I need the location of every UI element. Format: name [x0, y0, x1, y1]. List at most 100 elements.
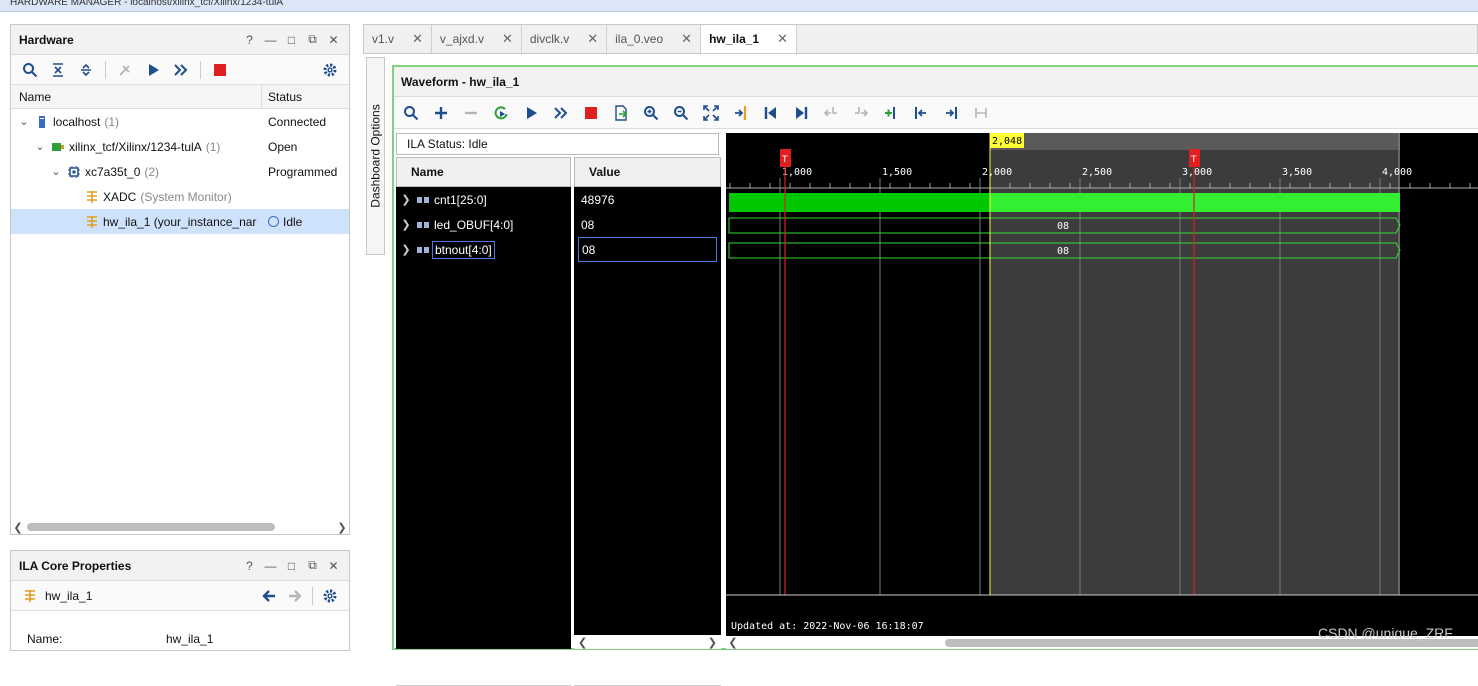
- hardware-tree-header: Name Status: [11, 85, 349, 109]
- next-transition-icon[interactable]: [850, 102, 872, 124]
- maximize-icon[interactable]: □: [284, 32, 299, 47]
- tree-row-xadc[interactable]: XADC (System Monitor): [11, 184, 349, 209]
- scroll-left-icon[interactable]: ❮: [578, 636, 587, 649]
- gear-icon[interactable]: [319, 585, 341, 607]
- column-status[interactable]: Status: [262, 85, 349, 108]
- chevron-right-icon[interactable]: ❯: [396, 218, 416, 231]
- collapse-all-icon[interactable]: [47, 59, 69, 81]
- stop-icon[interactable]: [209, 59, 231, 81]
- signal-value-led-obuf: 08: [581, 217, 595, 232]
- signal-value-btnout[interactable]: 08: [578, 237, 717, 262]
- minimize-icon[interactable]: —: [263, 32, 278, 47]
- idle-status-icon: [268, 216, 279, 227]
- ila-status: ILA Status: Idle: [396, 133, 719, 155]
- waveform-toolbar: [394, 97, 1478, 129]
- dashboard-options-tab[interactable]: Dashboard Options: [366, 57, 385, 255]
- ila-properties-header: ILA Core Properties ? — □ ⧉ ✕: [11, 551, 349, 581]
- search-icon[interactable]: [400, 102, 422, 124]
- previous-transition-icon[interactable]: [820, 102, 842, 124]
- column-name[interactable]: Name: [11, 85, 262, 108]
- ila-properties-panel: ILA Core Properties ? — □ ⧉ ✕ hw_ila_1 N…: [10, 550, 350, 651]
- go-to-end-icon[interactable]: [790, 102, 812, 124]
- export-icon[interactable]: [610, 102, 632, 124]
- value-column-header[interactable]: Value: [574, 157, 721, 187]
- ila-properties-title: ILA Core Properties: [19, 558, 132, 573]
- gear-icon[interactable]: [319, 59, 341, 81]
- auto-retrigger-icon[interactable]: [490, 102, 512, 124]
- values-hscroll[interactable]: ❮ ❯: [574, 635, 721, 649]
- hardware-panel-header: Hardware ? — □ ⧉ ✕: [11, 25, 349, 55]
- marker-flag-1-label: T: [781, 155, 788, 165]
- close-icon[interactable]: ✕: [587, 31, 598, 47]
- run-trigger-icon[interactable]: [520, 102, 542, 124]
- add-icon[interactable]: [430, 102, 452, 124]
- scroll-right-icon[interactable]: ❯: [708, 636, 717, 649]
- scroll-left-icon[interactable]: ❮: [726, 636, 740, 649]
- close-icon[interactable]: ✕: [681, 31, 692, 47]
- scroll-left-icon[interactable]: ❮: [11, 521, 25, 534]
- tree-row-device[interactable]: ⌄ xc7a35t_0 (2) Programmed: [11, 159, 349, 184]
- signal-value-cnt1: 48976: [581, 192, 615, 207]
- close-icon[interactable]: ✕: [326, 558, 341, 573]
- tree-row-hw-ila[interactable]: hw_ila_1 (your_instance_nar Idle: [11, 209, 349, 234]
- minimize-icon[interactable]: —: [263, 558, 278, 573]
- float-icon[interactable]: ⧉: [305, 558, 320, 573]
- debug-core-icon: [23, 589, 37, 603]
- wave-cnt1-pre: [729, 193, 990, 212]
- signal-row-cnt1[interactable]: ❯ cnt1[25:0]: [396, 187, 571, 212]
- waveform-panel: Waveform - hw_ila_1 ILA Status: Idle Nam…: [392, 65, 1478, 686]
- close-icon[interactable]: ✕: [502, 31, 513, 47]
- signal-row-btnout[interactable]: ❯ btnout[4:0]: [396, 237, 571, 262]
- tab-ila-veo[interactable]: ila_0.veo ✕: [607, 25, 702, 53]
- forward-arrow-icon[interactable]: [284, 585, 306, 607]
- chevron-down-icon[interactable]: ⌄: [17, 115, 31, 128]
- close-icon[interactable]: ✕: [412, 31, 423, 47]
- maximize-icon[interactable]: □: [284, 558, 299, 573]
- float-icon[interactable]: ⧉: [305, 32, 320, 47]
- tab-hw-ila[interactable]: hw_ila_1 ✕: [701, 25, 797, 53]
- zoom-in-icon[interactable]: [640, 102, 662, 124]
- run-immediate-icon[interactable]: [550, 102, 572, 124]
- back-arrow-icon[interactable]: [258, 585, 280, 607]
- chevron-right-icon[interactable]: ❯: [396, 243, 416, 256]
- run-immediate-icon[interactable]: [170, 59, 192, 81]
- chevron-down-icon[interactable]: ⌄: [49, 165, 63, 178]
- waveform-canvas[interactable]: 1,000 1,500 2,000 2,500 3,000 3,500 4,00…: [726, 133, 1478, 638]
- swap-cursors-icon[interactable]: [970, 102, 992, 124]
- tree-row-target[interactable]: ⌄ xilinx_tcf/Xilinx/1234-tulA (1) Open: [11, 134, 349, 159]
- hardware-panel: Hardware ? — □ ⧉ ✕ Name Status ⌄ localho…: [10, 24, 350, 535]
- expand-all-icon[interactable]: [75, 59, 97, 81]
- go-to-start-icon[interactable]: [760, 102, 782, 124]
- bus-icon: [416, 243, 430, 257]
- chevron-right-icon[interactable]: ❯: [396, 193, 416, 206]
- zoom-out-icon[interactable]: [670, 102, 692, 124]
- go-to-cursor-icon[interactable]: [730, 102, 752, 124]
- signal-names-column: Name ❯ cnt1[25:0] ❯ led_OBUF[4:0] ❯ btno…: [396, 157, 571, 686]
- server-icon: [35, 115, 49, 129]
- tab-divclk[interactable]: divclk.v ✕: [522, 25, 608, 53]
- scroll-right-icon[interactable]: ❯: [335, 521, 349, 534]
- add-marker-icon[interactable]: [880, 102, 902, 124]
- hardware-hscroll[interactable]: ❮ ❯: [11, 520, 349, 534]
- help-icon[interactable]: ?: [242, 558, 257, 573]
- chevron-down-icon[interactable]: ⌄: [33, 140, 47, 153]
- signal-row-led-obuf[interactable]: ❯ led_OBUF[4:0]: [396, 212, 571, 237]
- help-icon[interactable]: ?: [242, 32, 257, 47]
- next-marker-icon[interactable]: [940, 102, 962, 124]
- previous-marker-icon[interactable]: [910, 102, 932, 124]
- search-icon[interactable]: [19, 59, 41, 81]
- top-bar: HARDWARE MANAGER - localhost/xilinx_tcf/…: [0, 0, 1478, 12]
- close-icon[interactable]: ✕: [326, 32, 341, 47]
- tab-v-ajxd[interactable]: v_ajxd.v ✕: [432, 25, 522, 53]
- stop-icon[interactable]: [580, 102, 602, 124]
- tab-v1[interactable]: v1.v ✕: [364, 25, 432, 53]
- remove-icon[interactable]: [460, 102, 482, 124]
- close-icon[interactable]: ✕: [777, 31, 788, 47]
- tree-row-localhost[interactable]: ⌄ localhost (1) Connected: [11, 109, 349, 134]
- tick-label-2000: 2,000: [982, 167, 1012, 178]
- run-trigger-icon[interactable]: [142, 59, 164, 81]
- auto-connect-icon[interactable]: [114, 59, 136, 81]
- zoom-fit-icon[interactable]: [700, 102, 722, 124]
- tick-label-3000: 3,000: [1182, 167, 1212, 178]
- name-column-header[interactable]: Name: [396, 157, 571, 187]
